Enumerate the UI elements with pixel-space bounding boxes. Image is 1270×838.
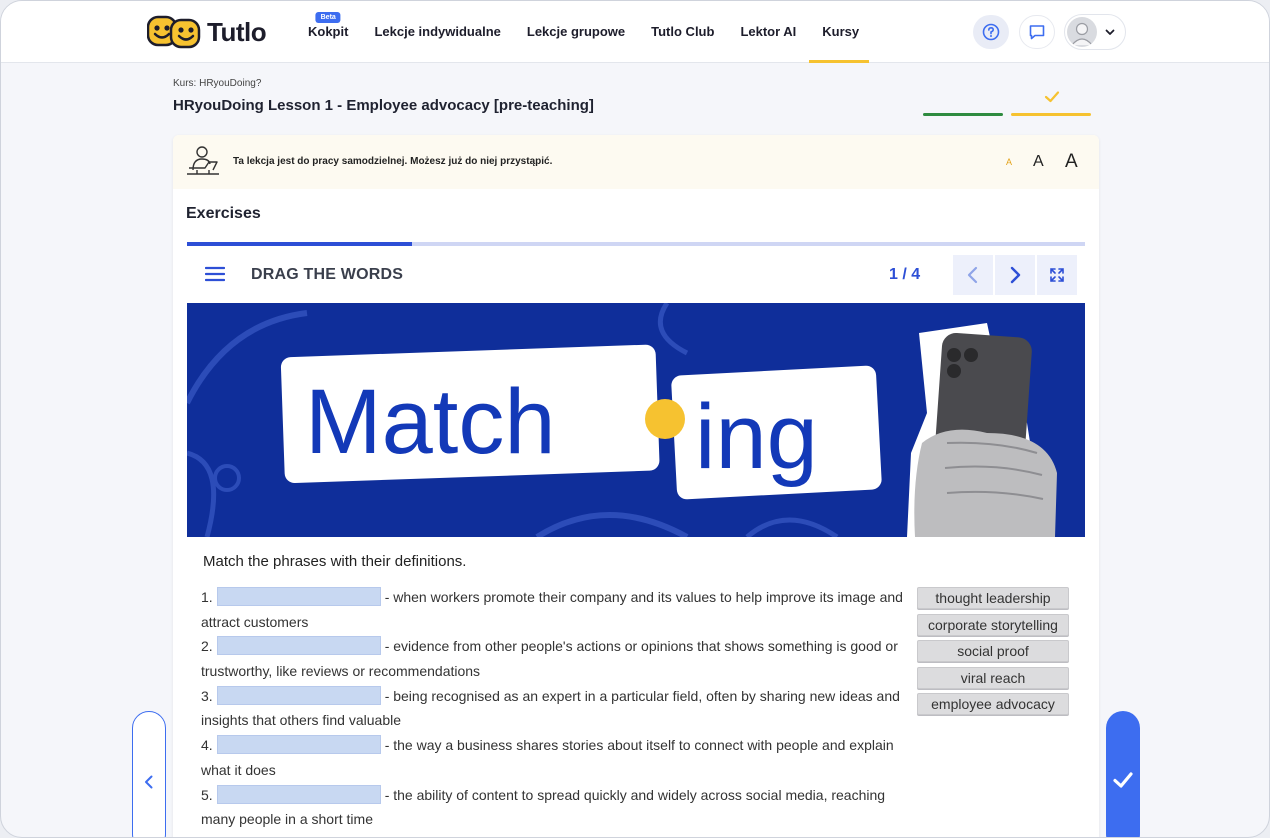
exercise-type-title: DRAG THE WORDS [251,266,404,283]
list-item: 2. - evidence from other people's actions… [201,634,913,683]
definition-list: 1. - when workers promote their company a… [201,585,913,832]
notice-text: Ta lekcja jest do pracy samodzielnej. Mo… [233,156,553,167]
user-avatar-icon [1071,22,1093,46]
banner-text-left: Match [305,371,556,473]
draggable-word[interactable]: social proof [917,640,1069,662]
lesson-card: Ta lekcja jest do pracy samodzielnej. Mo… [173,135,1099,837]
app-window: Tutlo Beta Kokpit Lekcje indywidualne Le… [0,0,1270,838]
lesson-title: HRyouDoing Lesson 1 - Employee advocacy … [173,97,594,114]
nav-item-label: Lekcje indywidualne [374,24,501,39]
nav-item-label: Tutlo Club [651,24,715,39]
drop-zone-4[interactable] [216,735,381,755]
tutlo-logo-icon [147,15,201,49]
nav-item-tutlo-club[interactable]: Tutlo Club [638,1,727,63]
list-item: 5. - the ability of content to spread qui… [201,783,913,832]
nav-item-label: Lekcje grupowe [526,24,626,39]
fullscreen-button[interactable] [1037,255,1077,295]
font-size-small-button[interactable]: A [1006,135,1012,189]
fullscreen-icon [1050,268,1064,282]
messages-button[interactable] [1019,15,1055,49]
previous-slide-button[interactable] [953,255,993,295]
help-icon [982,23,1000,41]
item-number: 1. [201,589,213,605]
course-label: Kurs: HRyouDoing? [173,78,262,89]
font-size-large-button[interactable]: A [1065,135,1078,189]
notice-bar: Ta lekcja jest do pracy samodzielnej. Mo… [173,135,1099,189]
nav-item-lektor-ai[interactable]: Lektor AI [727,1,809,63]
nav-item-lekcje-grupowe[interactable]: Lekcje grupowe [514,1,638,63]
nav-item-label: Kursy [822,24,860,39]
list-item: 3. - being recognised as an expert in a p… [201,684,913,733]
item-number: 2. [201,638,213,655]
item-number: 4. [201,737,213,754]
next-slide-button[interactable] [995,255,1035,295]
drop-zone-1[interactable] [216,587,381,606]
drop-zone-3[interactable] [216,685,381,705]
nav-item-lekcje-indywidualne[interactable]: Lekcje indywidualne [361,1,513,63]
h5p-toolbar: DRAG THE WORDS 1 / 4 [187,246,1085,303]
matching-banner-image: Match ing [187,303,1085,537]
lesson-step-complete [923,113,1003,116]
chevron-right-icon [1010,266,1021,284]
chevron-down-icon [1105,29,1115,35]
check-icon [1044,91,1060,103]
draggable-word[interactable]: thought leadership [917,587,1069,609]
nav-item-label: Kokpit [308,24,349,39]
self-study-icon [187,146,219,175]
nav-item-label: Lektor AI [740,24,797,39]
banner-graphic: Match ing [187,303,1057,537]
lesson-step-current [1011,113,1091,116]
word-bank: thought leadership corporate storytellin… [917,587,1069,720]
banner-text-right: ing [695,386,818,488]
user-menu[interactable] [1064,14,1126,50]
list-item: 4. - the way a business shares stories ab… [201,733,913,782]
chevron-left-icon [967,266,978,284]
avatar [1067,17,1097,47]
main-nav: Beta Kokpit Lekcje indywidualne Lekcje g… [295,1,870,63]
help-button[interactable] [973,15,1009,49]
draggable-word[interactable]: employee advocacy [917,693,1069,715]
top-navigation-bar: Tutlo Beta Kokpit Lekcje indywidualne Le… [1,1,1269,63]
font-size-medium-button[interactable]: A [1033,135,1044,189]
item-number: 5. [201,786,213,803]
nav-item-kokpit[interactable]: Beta Kokpit [295,1,361,63]
chevron-left-icon [145,775,153,789]
draggable-word[interactable]: corporate storytelling [917,613,1069,636]
exercises-heading: Exercises [186,205,261,222]
list-item: 1. - when workers promote their company a… [201,585,913,634]
check-icon [1113,772,1133,788]
previous-lesson-step-button[interactable] [132,711,166,837]
chat-icon [1029,25,1045,40]
complete-lesson-step-button[interactable] [1106,711,1140,837]
exercise-instruction: Match the phrases with their definitions… [203,553,467,570]
nav-item-kursy[interactable]: Kursy [809,1,870,63]
slide-counter: 1 / 4 [889,266,921,283]
beta-badge: Beta [315,12,341,23]
hamburger-menu-icon[interactable] [205,266,225,282]
drop-zone-2[interactable] [216,636,381,656]
app-name: Tutlo [207,16,267,47]
draggable-word[interactable]: viral reach [917,666,1069,689]
drop-zone-5[interactable] [216,784,381,804]
tutlo-logo[interactable]: Tutlo [147,15,267,49]
item-number: 3. [201,687,213,704]
